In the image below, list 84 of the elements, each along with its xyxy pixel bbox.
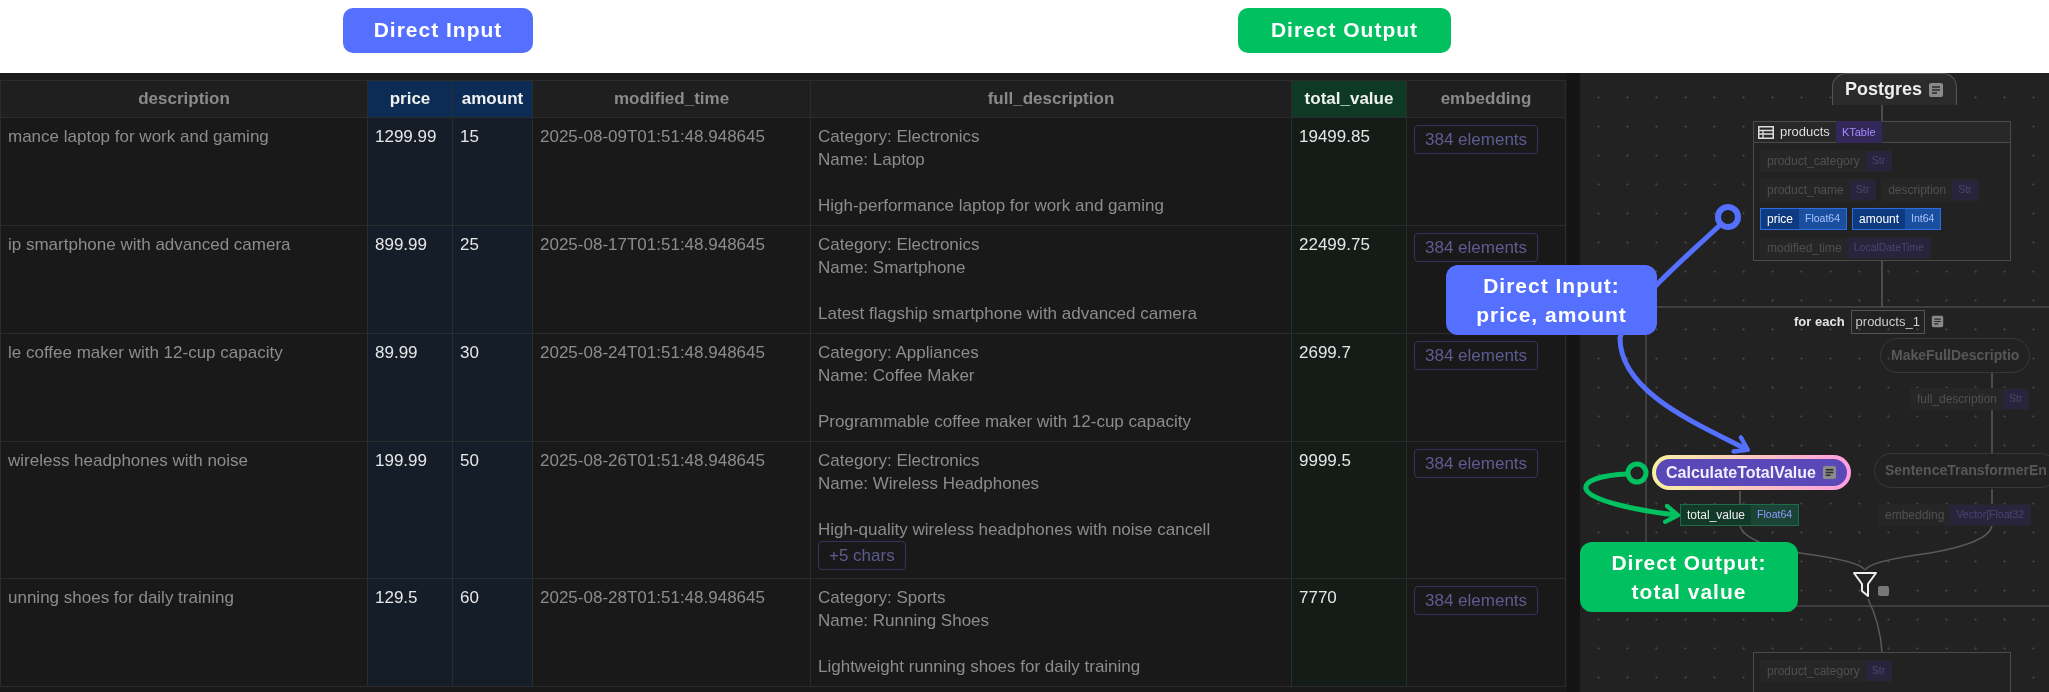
connector-line bbox=[1867, 598, 1883, 653]
cell-text: Lightweight running shoes for daily training bbox=[818, 656, 1142, 678]
cell-text: Category: Sports bbox=[818, 587, 947, 609]
loop-label: for each bbox=[1794, 313, 1845, 331]
table-cell: 2025-08-24T01:51:48.948645 bbox=[540, 343, 765, 362]
source-node[interactable]: Postgres bbox=[1832, 73, 1958, 105]
cell-text: Programmable coffee maker with 12-cup capacity bbox=[818, 411, 1192, 433]
field-name: amount bbox=[1858, 211, 1901, 228]
table-cell: 199.99 bbox=[375, 451, 427, 470]
cell-text: Category: Electronics bbox=[818, 450, 981, 472]
table-cell: unning shoes for daily training bbox=[8, 588, 234, 607]
connector-line bbox=[1991, 372, 1993, 389]
cell-text: Name: Smartphone bbox=[818, 257, 967, 279]
field-chip[interactable]: amount Int64 bbox=[1852, 208, 1942, 230]
connector-line bbox=[1881, 104, 1883, 122]
node-label: Postgres bbox=[1845, 78, 1923, 101]
table-cell: 2025-08-17T01:51:48.948645 bbox=[540, 235, 765, 254]
column-label-tag: Direct Output bbox=[1238, 7, 1451, 53]
table-cell: 60 bbox=[460, 588, 479, 607]
elements-button[interactable]: 384 elements bbox=[1414, 586, 1539, 615]
table-cell: 9999.5 bbox=[1299, 451, 1351, 470]
type-badge: Int64 bbox=[1905, 209, 1941, 229]
table-cell: 89.99 bbox=[375, 343, 418, 362]
connector-line bbox=[1991, 409, 1993, 454]
cell-text: Category: Electronics bbox=[818, 234, 981, 256]
column-header: price bbox=[367, 80, 453, 118]
table-cell: le coffee maker with 12-cup capacity bbox=[8, 343, 283, 362]
cell-text: Name: Coffee Maker bbox=[818, 365, 976, 387]
callout-bubble: Direct Input: price, amount bbox=[1446, 265, 1657, 335]
callout-bubble: Direct Output: total value bbox=[1580, 542, 1798, 612]
column-label-tag: Direct Input bbox=[343, 7, 533, 53]
table-cell: wireless headphones with noise bbox=[8, 451, 249, 470]
elements-button[interactable]: 384 elements bbox=[1414, 125, 1539, 154]
table-cell: 2025-08-28T01:51:48.948645 bbox=[540, 588, 765, 607]
connector-line bbox=[1991, 488, 1993, 505]
field-name: price bbox=[1766, 211, 1794, 228]
table-cell: 2699.7 bbox=[1299, 343, 1351, 362]
elements-button[interactable]: 384 elements bbox=[1414, 233, 1539, 262]
table-name: products bbox=[1780, 123, 1830, 142]
table-cell: mance laptop for work and gaming bbox=[8, 127, 269, 146]
collection-field: products_1 bbox=[1850, 310, 1925, 334]
note-icon bbox=[1822, 465, 1837, 480]
table-cell: ip smartphone with advanced camera bbox=[8, 235, 291, 254]
note-icon bbox=[1928, 81, 1945, 98]
table-icon bbox=[1758, 125, 1774, 139]
column-header: modified_time bbox=[532, 80, 811, 118]
elements-button[interactable]: 384 elements bbox=[1414, 449, 1539, 478]
field-name: total_value bbox=[1686, 507, 1747, 524]
type-badge: KTable bbox=[1835, 120, 1882, 144]
cell-text: Latest flagship smartphone with advanced camera bbox=[818, 303, 1198, 325]
connector-line bbox=[1739, 490, 1741, 505]
table-cell: 129.5 bbox=[375, 588, 418, 607]
node-label: CalculateTotalValue bbox=[1666, 462, 1816, 483]
field-chip[interactable]: price Float64 bbox=[1760, 208, 1848, 230]
type-badge: Float64 bbox=[1799, 209, 1847, 229]
cell-text: Name: Running Shoes bbox=[818, 610, 991, 632]
field-chip[interactable]: total_value Float64 bbox=[1680, 504, 1800, 526]
column-header: description bbox=[0, 80, 368, 118]
cell-text: High-performance laptop for work and gaming bbox=[818, 195, 1165, 217]
connector-line bbox=[1881, 260, 1883, 308]
type-badge: Float64 bbox=[1751, 505, 1799, 525]
table-cell: 7770 bbox=[1299, 588, 1337, 607]
table-cell: 1299.99 bbox=[375, 127, 437, 146]
table-cell: 30 bbox=[460, 343, 479, 362]
cell-text: High-quality wireless headphones with noise cancell bbox=[818, 519, 1212, 541]
table-cell: 899.99 bbox=[375, 235, 427, 254]
column-header: amount bbox=[452, 80, 533, 118]
cell-text: Name: Laptop bbox=[818, 149, 926, 171]
table-cell: 50 bbox=[460, 451, 479, 470]
column-header: full_description bbox=[810, 80, 1292, 118]
filter-icon bbox=[1852, 571, 1892, 599]
cell-text: Name: Wireless Headphones bbox=[818, 473, 1041, 495]
elements-button[interactable]: 384 elements bbox=[1414, 341, 1539, 370]
table-cell: 2025-08-26T01:51:48.948645 bbox=[540, 451, 765, 470]
expand-text-button[interactable]: +5 chars bbox=[818, 541, 906, 570]
table-cell: 22499.75 bbox=[1299, 235, 1370, 254]
table-cell: 2025-08-09T01:51:48.948645 bbox=[540, 127, 765, 146]
note-icon bbox=[1930, 315, 1944, 329]
table-cell: 19499.85 bbox=[1299, 127, 1370, 146]
table-cell: 25 bbox=[460, 235, 479, 254]
table-cell: 15 bbox=[460, 127, 479, 146]
column-header: total_value bbox=[1291, 80, 1407, 118]
cell-text: Category: Appliances bbox=[818, 342, 980, 364]
cell-text: Category: Electronics bbox=[818, 126, 981, 148]
